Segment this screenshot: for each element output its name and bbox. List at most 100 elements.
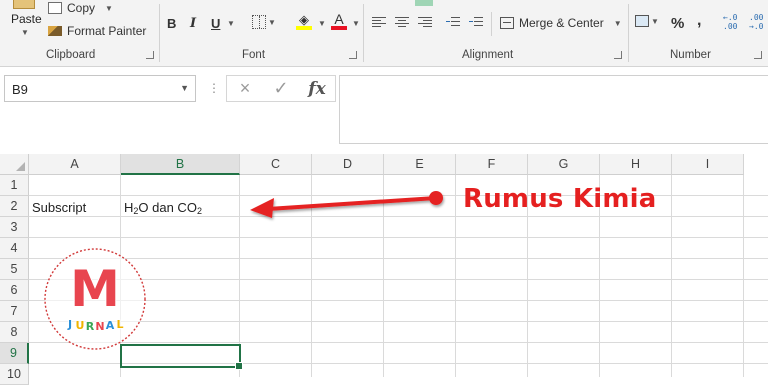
accounting-format-icon [635, 15, 649, 27]
cancel-icon[interactable]: × [227, 78, 263, 99]
column-header-f[interactable]: F [456, 154, 528, 175]
copy-icon [48, 2, 62, 14]
row-header-10[interactable]: 10 [0, 364, 29, 385]
column-header-g[interactable]: G [528, 154, 600, 175]
formula-input[interactable] [339, 75, 768, 144]
column-header-d[interactable]: D [312, 154, 384, 175]
row-header-5[interactable]: 5 [0, 259, 29, 280]
subscript-2: 2 [196, 206, 202, 216]
font-color-swatch [331, 26, 347, 30]
annotation-label: Rumus Kimia [463, 184, 657, 214]
row-header-6[interactable]: 6 [0, 280, 29, 301]
number-launcher-icon[interactable] [754, 51, 762, 59]
row-header-3[interactable]: 3 [0, 217, 29, 238]
number-group-label: Number [670, 49, 711, 61]
svg-text:A: A [106, 319, 115, 332]
merge-center-dropdown-icon[interactable]: ▼ [614, 19, 622, 28]
row-header-7[interactable]: 7 [0, 301, 29, 322]
accounting-format-button[interactable]: ▼ [635, 15, 659, 27]
column-header-b[interactable]: B [121, 154, 240, 175]
font-group-label: Font [242, 49, 266, 61]
svg-text:U: U [76, 319, 85, 332]
merge-center-label: Merge & Center [519, 16, 604, 30]
row-header-9[interactable]: 9 [0, 343, 29, 364]
paste-button[interactable]: Paste [11, 12, 42, 26]
name-box-dropdown-icon[interactable]: ▼ [180, 83, 189, 93]
row-header-8[interactable]: 8 [0, 322, 29, 343]
font-color-letter: A [334, 11, 344, 27]
accounting-format-dropdown-icon[interactable]: ▼ [651, 17, 659, 26]
insert-function-icon[interactable]: fx [299, 79, 335, 99]
svg-text:J: J [67, 318, 72, 331]
formula-part-h: H [124, 200, 134, 215]
name-box[interactable]: B9 ▼ [4, 75, 196, 102]
alignment-launcher-icon[interactable] [614, 51, 622, 59]
clipboard-launcher-icon[interactable] [146, 51, 154, 59]
row-header-2[interactable]: 2 [0, 196, 29, 217]
fill-color-swatch [296, 26, 312, 30]
format-painter-icon [48, 26, 62, 36]
copy-label: Copy [67, 1, 96, 15]
font-launcher-icon[interactable] [349, 51, 357, 59]
group-divider [363, 4, 364, 62]
align-left-button[interactable] [372, 17, 386, 28]
increase-decimal-button[interactable]: ←.0 .00 [723, 13, 737, 31]
column-header-a[interactable]: A [29, 154, 121, 175]
decrease-indent-button[interactable] [446, 17, 460, 28]
column-header-c[interactable]: C [240, 154, 312, 175]
increase-indent-icon [469, 17, 483, 28]
ribbon: Paste ▼ Copy ▼ Format Painter Clipboard … [0, 0, 768, 67]
paste-dropdown-caret-icon[interactable]: ▼ [21, 28, 29, 37]
decrease-indent-icon [446, 17, 460, 28]
cell-a2[interactable]: Subscript [32, 200, 86, 215]
borders-icon [252, 15, 266, 29]
underline-dropdown-icon[interactable]: ▼ [225, 19, 235, 28]
comma-style-button[interactable]: , [697, 12, 701, 30]
borders-button[interactable]: ▼ [252, 15, 276, 29]
alignment-group-label: Alignment [462, 49, 514, 61]
decrease-decimal-button[interactable]: .00 →.0 [749, 13, 763, 31]
copy-button[interactable]: Copy ▼ [48, 1, 113, 15]
formula-bar-grip-icon[interactable]: ⋮ [208, 81, 220, 95]
fill-color-button[interactable]: ◈ [296, 13, 312, 30]
align-right-button[interactable] [418, 17, 432, 28]
jurnal-logo: M J U R N A L [44, 248, 146, 350]
percent-style-button[interactable]: % [671, 15, 684, 32]
align-center-icon [395, 17, 409, 28]
borders-dropdown-icon[interactable]: ▼ [268, 18, 276, 27]
align-left-icon [372, 17, 386, 28]
select-all-corner[interactable] [0, 154, 29, 175]
column-header-h[interactable]: H [600, 154, 672, 175]
format-painter-label: Format Painter [67, 24, 147, 38]
enter-icon[interactable]: ✓ [263, 78, 299, 99]
fill-color-dropdown-icon[interactable]: ▼ [316, 19, 326, 28]
increase-indent-button[interactable] [469, 17, 483, 28]
svg-text:L: L [116, 318, 123, 331]
fill-color-icon: ◈ [299, 12, 309, 27]
copy-dropdown-icon[interactable]: ▼ [105, 4, 113, 13]
merge-center-button[interactable]: Merge & Center ▼ [500, 16, 622, 30]
column-header-i[interactable]: I [672, 154, 744, 175]
formula-part-o-dan-co: O dan CO [138, 200, 197, 215]
svg-text:N: N [95, 320, 104, 333]
align-right-icon [418, 17, 432, 28]
svg-text:R: R [86, 320, 95, 333]
group-divider [628, 4, 629, 62]
annotation-arrow [250, 191, 443, 218]
format-painter-button[interactable]: Format Painter [48, 24, 146, 38]
merge-center-icon [500, 17, 514, 29]
underline-button[interactable]: U [211, 16, 220, 31]
row-header-1[interactable]: 1 [0, 175, 29, 196]
font-color-dropdown-icon[interactable]: ▼ [350, 19, 360, 28]
row-header-4[interactable]: 4 [0, 238, 29, 259]
cell-b2[interactable]: H2O dan CO2 [124, 200, 202, 216]
bold-button[interactable]: B [167, 16, 176, 31]
group-divider [491, 12, 492, 36]
column-header-e[interactable]: E [384, 154, 456, 175]
font-color-button[interactable]: A [331, 12, 347, 30]
formula-bar-buttons: × ✓ fx [226, 75, 336, 102]
align-center-button[interactable] [395, 17, 409, 28]
wrap-text-button[interactable] [415, 0, 433, 6]
italic-button[interactable]: I [190, 16, 196, 31]
clipboard-group-label: Clipboard [46, 49, 96, 61]
